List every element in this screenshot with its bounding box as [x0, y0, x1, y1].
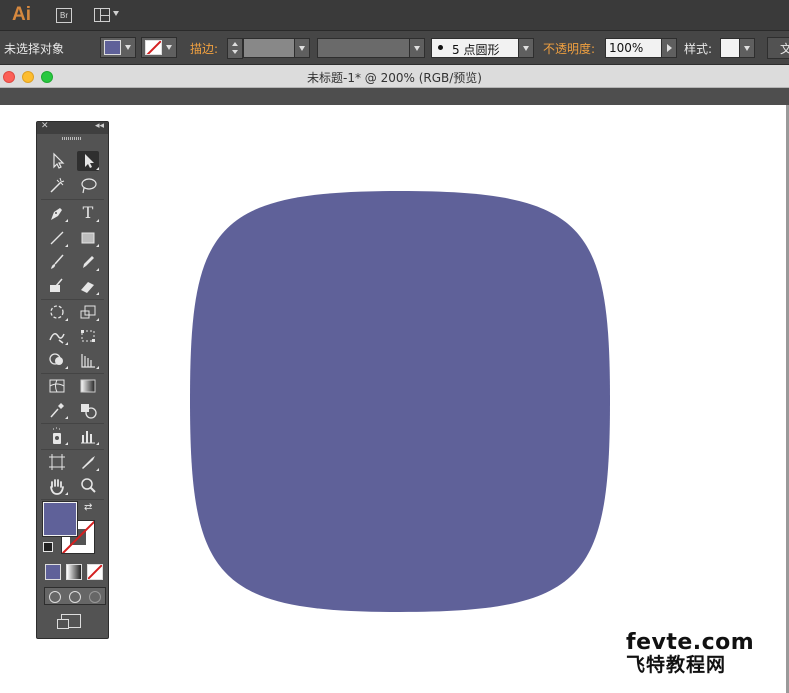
none-mode-button[interactable] — [87, 564, 103, 580]
canvas-layer — [190, 191, 610, 612]
lasso-icon — [81, 178, 97, 194]
free-transform-icon — [81, 330, 95, 342]
artboard-tool[interactable] — [46, 452, 68, 472]
watermark: fevte.com 飞特教程网 — [626, 632, 754, 675]
rotate-tool[interactable] — [46, 302, 68, 322]
magic-wand-tool[interactable] — [46, 176, 68, 196]
mesh-icon — [49, 379, 65, 393]
gradient-tool[interactable] — [77, 376, 99, 396]
draw-behind-icon[interactable] — [69, 591, 81, 603]
paintbrush-tool[interactable] — [46, 252, 68, 272]
brush-icon — [51, 254, 64, 269]
free-transform-tool[interactable] — [77, 326, 99, 346]
lasso-tool[interactable] — [77, 176, 99, 196]
perspective-grid-tool[interactable] — [77, 350, 99, 370]
direct-selection-tool[interactable] — [77, 151, 99, 171]
collapse-icon[interactable]: ◂◂ — [95, 121, 104, 131]
draw-inside-icon[interactable] — [89, 591, 101, 603]
drawing-modes-group — [44, 587, 106, 605]
blend-tool[interactable] — [77, 400, 99, 420]
swap-fill-stroke-icon[interactable]: ⇄ — [84, 502, 92, 513]
symbol-sprayer-tool[interactable] — [46, 426, 68, 446]
close-icon[interactable]: ✕ — [41, 121, 49, 131]
rounded-square-shape[interactable] — [190, 191, 610, 612]
warp-tool[interactable] — [46, 326, 68, 346]
eraser-tool[interactable] — [77, 276, 99, 296]
zoom-icon — [81, 478, 96, 493]
line-tool[interactable] — [46, 228, 68, 248]
tools-panel: ✕ ◂◂ T — [36, 121, 109, 639]
fill-swatch-large[interactable] — [42, 501, 78, 537]
watermark-site-name: 飞特教程网 — [626, 654, 727, 676]
gradient-mode-button[interactable] — [66, 564, 82, 580]
mesh-tool[interactable] — [46, 376, 68, 396]
eyedropper-tool[interactable] — [46, 400, 68, 420]
column-graph-tool[interactable] — [77, 426, 99, 446]
shape-builder-tool[interactable] — [46, 350, 68, 370]
pen-tool[interactable] — [46, 203, 68, 223]
draw-normal-icon[interactable] — [49, 591, 61, 603]
artboard-icon — [49, 454, 65, 470]
pencil-tool[interactable] — [77, 252, 99, 272]
blob-brush-icon — [50, 278, 63, 292]
screen-mode-icon[interactable] — [57, 614, 81, 629]
watermark-domain: fevte.com — [626, 630, 755, 655]
type-icon: T — [82, 203, 94, 222]
zoom-tool[interactable] — [77, 476, 99, 496]
blob-brush-tool[interactable] — [46, 276, 68, 296]
color-mode-button[interactable] — [45, 564, 61, 580]
gradient-icon — [80, 379, 96, 393]
type-tool[interactable]: T — [77, 203, 99, 223]
default-fill-stroke-icon[interactable] — [43, 542, 53, 552]
scale-tool[interactable] — [77, 302, 99, 322]
blend-icon — [81, 404, 97, 419]
rectangle-tool[interactable] — [77, 228, 99, 248]
panel-grip-handle[interactable] — [62, 137, 82, 140]
magic-wand-icon — [50, 177, 65, 193]
slice-tool[interactable] — [77, 452, 99, 472]
arrow-outline-icon — [53, 152, 65, 169]
selection-tool[interactable] — [46, 151, 68, 171]
tools-panel-header[interactable]: ✕ ◂◂ — [37, 121, 108, 134]
hand-tool[interactable] — [46, 476, 68, 496]
